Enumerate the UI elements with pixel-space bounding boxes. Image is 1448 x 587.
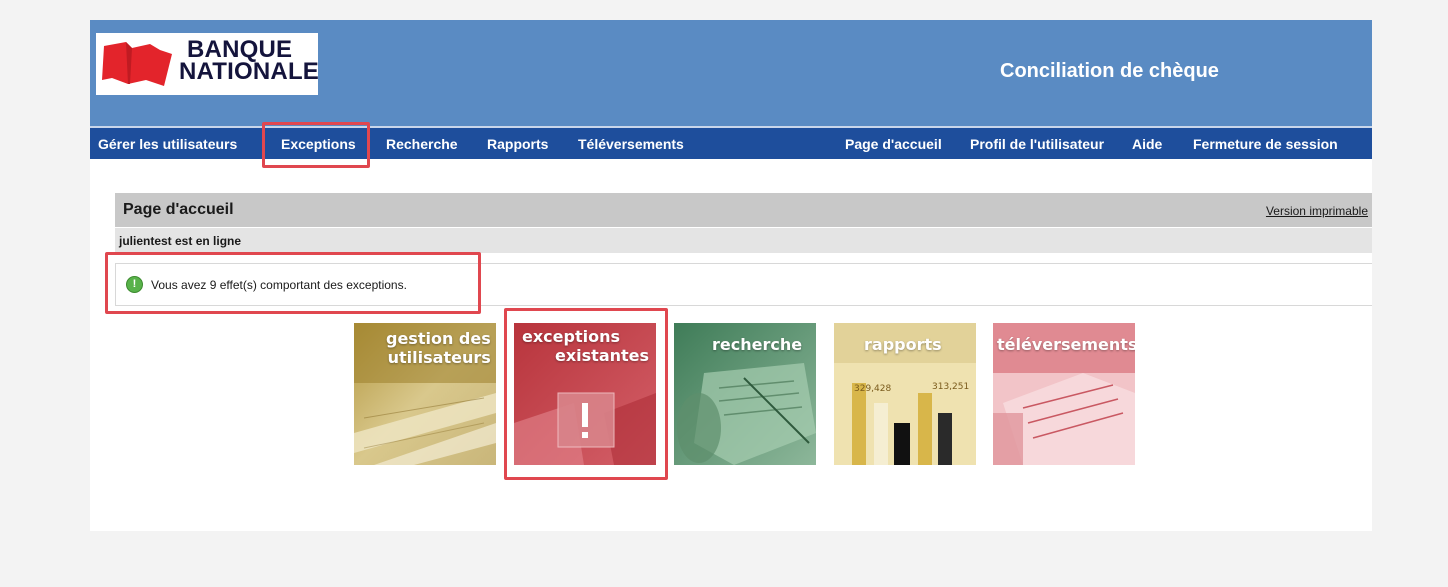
tile-user-management-line2: utilisateurs bbox=[387, 348, 491, 367]
tile-uploads[interactable]: téléversements bbox=[993, 323, 1135, 465]
highlight-exceptions-nav bbox=[262, 122, 370, 168]
app-title: Conciliation de chèque bbox=[1000, 60, 1219, 82]
tile-search[interactable]: recherche bbox=[674, 323, 816, 465]
nav-home[interactable]: Page d'accueil bbox=[845, 136, 942, 152]
header: BANQUE NATIONALE Conciliation de chèque bbox=[90, 20, 1372, 126]
tile-user-management-label: gestion des utilisateurs bbox=[386, 329, 491, 367]
nav-manage-users[interactable]: Gérer les utilisateurs bbox=[98, 136, 237, 152]
app-window: BANQUE NATIONALE Conciliation de chèque … bbox=[90, 20, 1372, 531]
logo[interactable]: BANQUE NATIONALE bbox=[96, 33, 320, 95]
nav-logout[interactable]: Fermeture de session bbox=[1193, 136, 1338, 152]
logo-text: BANQUE NATIONALE bbox=[179, 38, 320, 85]
printable-version-link[interactable]: Version imprimable bbox=[1266, 204, 1368, 218]
svg-text:313,251: 313,251 bbox=[932, 382, 969, 392]
highlight-exceptions-message bbox=[105, 252, 481, 314]
nav-search[interactable]: Recherche bbox=[386, 136, 458, 152]
nav-user-profile[interactable]: Profil de l'utilisateur bbox=[970, 136, 1104, 152]
tile-uploads-label: téléversements bbox=[997, 335, 1135, 354]
nav-help[interactable]: Aide bbox=[1132, 136, 1162, 152]
logo-flag-icon bbox=[102, 42, 172, 86]
page-title: Page d'accueil bbox=[123, 201, 234, 218]
tile-user-management-line1: gestion des bbox=[386, 329, 491, 348]
tile-search-label: recherche bbox=[712, 335, 803, 354]
highlight-exceptions-tile bbox=[504, 308, 668, 480]
nav-uploads[interactable]: Téléversements bbox=[578, 136, 684, 152]
tile-reports[interactable]: 329,428 313,251 rapports bbox=[834, 323, 976, 465]
tile-user-management[interactable]: gestion des utilisateurs bbox=[354, 323, 496, 465]
page-title-bar: Page d'accueil Version imprimable bbox=[115, 193, 1372, 227]
svg-text:329,428: 329,428 bbox=[854, 384, 891, 394]
online-status: julientest est en ligne bbox=[119, 234, 242, 248]
nav-reports[interactable]: Rapports bbox=[487, 136, 548, 152]
tile-reports-label: rapports bbox=[864, 335, 942, 354]
online-status-bar: julientest est en ligne bbox=[115, 228, 1372, 253]
logo-line2: NATIONALE bbox=[179, 58, 320, 85]
